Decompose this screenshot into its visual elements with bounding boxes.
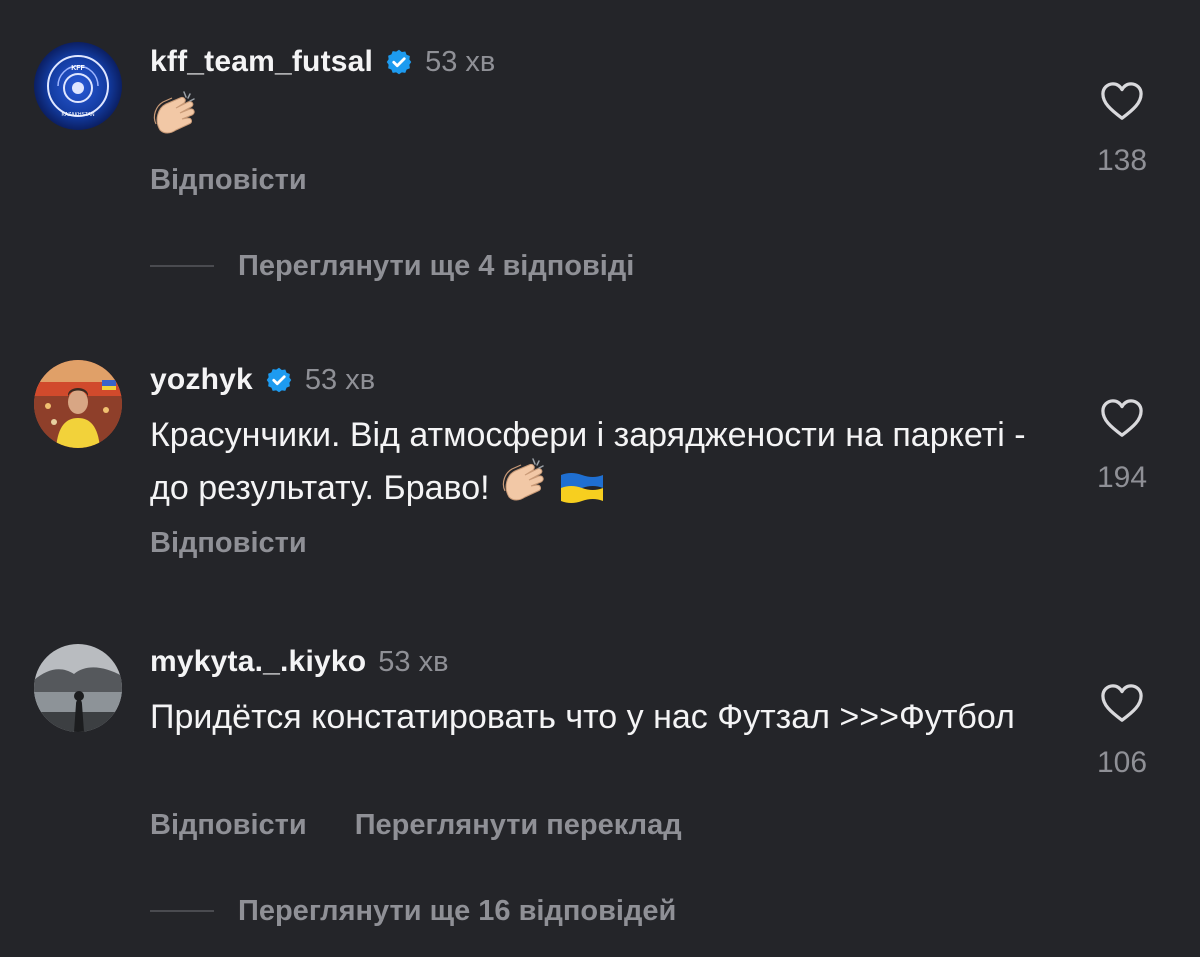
- view-more-replies-button[interactable]: Переглянути ще 16 відповідей: [150, 891, 676, 931]
- like-control: 106: [1092, 682, 1152, 780]
- username[interactable]: kff_team_futsal: [150, 45, 373, 79]
- view-more-replies-button[interactable]: Переглянути ще 4 відповіді: [150, 246, 634, 286]
- username[interactable]: yozhyk: [150, 363, 253, 397]
- like-control: 194: [1092, 397, 1152, 495]
- avatar[interactable]: KFF KAZAKHSTAN: [34, 42, 122, 130]
- reply-button[interactable]: Відповісти: [150, 527, 307, 560]
- comment-body: Придётся констатировать что у нас Футзал…: [150, 695, 1050, 739]
- comment-body: Красунчики. Від атмосфери і заряджености…: [150, 413, 1050, 516]
- heart-icon[interactable]: [1099, 397, 1145, 439]
- clapping-hands-icon: [150, 90, 200, 149]
- comment-header: yozhyk 53 хв: [150, 360, 375, 400]
- replies-divider: [150, 910, 214, 912]
- reply-button[interactable]: Відповісти: [150, 809, 307, 842]
- svg-text:KAZAKHSTAN: KAZAKHSTAN: [62, 112, 95, 118]
- heart-icon[interactable]: [1099, 682, 1145, 724]
- comment-actions: Відповісти Переглянути переклад: [150, 805, 682, 845]
- like-count: 194: [1096, 461, 1148, 494]
- comment-body: [150, 90, 1050, 149]
- ukraine-flag-icon: [559, 471, 605, 516]
- timestamp: 53 хв: [425, 45, 496, 78]
- person-avatar-icon: [34, 644, 122, 732]
- reply-button[interactable]: Відповісти: [150, 164, 307, 197]
- view-more-replies-label: Переглянути ще 4 відповіді: [238, 249, 635, 282]
- like-control: 138: [1092, 80, 1152, 178]
- comment-actions: Відповісти: [150, 523, 307, 563]
- clapping-hands-icon: [499, 457, 549, 516]
- verified-badge-icon: [385, 48, 413, 76]
- comment-header: kff_team_futsal 53 хв: [150, 42, 495, 82]
- comment-text: Придётся констатировать что у нас Футзал…: [150, 698, 1015, 736]
- view-more-replies-label: Переглянути ще 16 відповідей: [238, 894, 677, 927]
- heart-icon[interactable]: [1099, 80, 1145, 122]
- svg-text:KFF: KFF: [71, 65, 85, 72]
- timestamp: 53 хв: [304, 363, 376, 396]
- username[interactable]: mykyta._.kiyko: [150, 645, 366, 679]
- verified-badge-icon: [265, 366, 293, 394]
- kff-logo-icon: KFF KAZAKHSTAN: [34, 42, 122, 130]
- view-translation-button[interactable]: Переглянути переклад: [355, 809, 682, 842]
- timestamp: 53 хв: [378, 645, 449, 678]
- avatar[interactable]: [34, 644, 122, 732]
- replies-divider: [150, 265, 214, 267]
- person-avatar-icon: [34, 360, 122, 448]
- like-count: 106: [1096, 746, 1148, 779]
- avatar[interactable]: [34, 360, 122, 448]
- comment-actions: Відповісти: [150, 160, 307, 200]
- like-count: 138: [1096, 144, 1148, 177]
- comment-header: mykyta._.kiyko 53 хв: [150, 642, 449, 682]
